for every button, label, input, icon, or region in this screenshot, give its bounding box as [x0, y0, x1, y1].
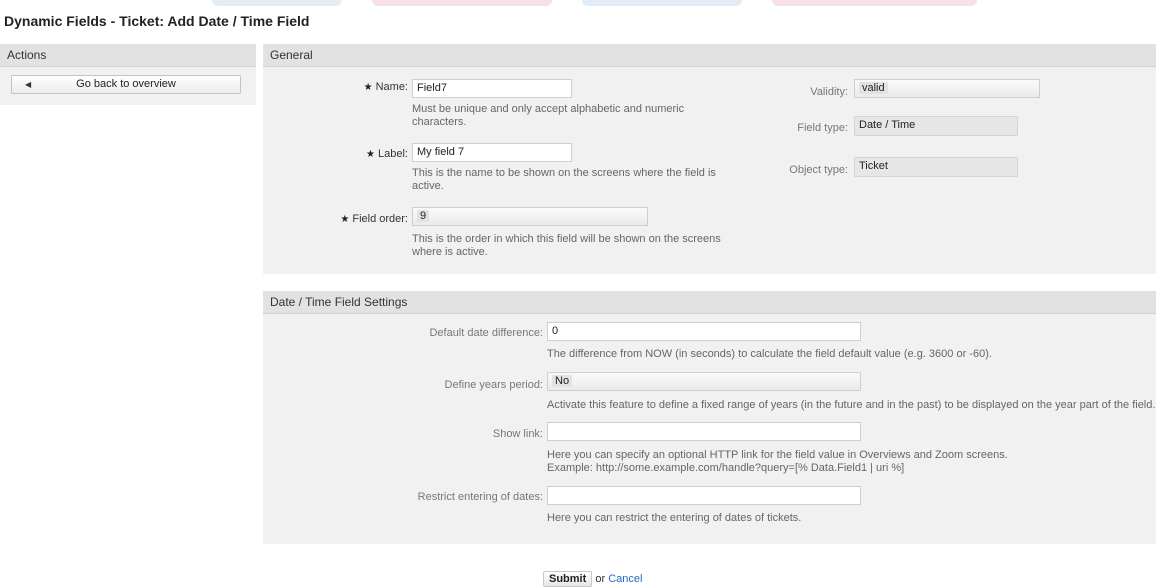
header-decoration — [212, 0, 342, 6]
general-title: General — [263, 44, 1156, 67]
submit-button[interactable]: Submit — [543, 571, 593, 587]
show-link-input[interactable] — [547, 422, 861, 441]
validity-value: valid — [859, 82, 888, 94]
header-decoration — [582, 0, 742, 6]
show-link-label: Show link: — [492, 428, 543, 440]
field-order-hint: This is the order in which this field wi… — [412, 233, 721, 258]
header-decoration — [372, 0, 552, 6]
define-years-period-value: No — [552, 375, 573, 387]
field-order-value: 9 — [417, 210, 430, 222]
field-order-label: ★ Field order: — [340, 213, 408, 225]
form-footer: Submit or Cancel — [543, 571, 642, 587]
name-input[interactable]: Field7 — [412, 79, 572, 98]
field-type-value: Date / Time — [854, 116, 1018, 136]
validity-label: Validity: — [810, 86, 848, 98]
general-panel: General ★ Name: Field7 Must be unique and… — [263, 44, 1156, 274]
date-time-settings-panel: Date / Time Field Settings Default date … — [263, 291, 1156, 544]
default-date-difference-label: Default date difference: — [429, 327, 543, 339]
go-back-label: Go back to overview — [76, 78, 176, 90]
sidebar-title: Actions — [0, 44, 256, 67]
restrict-dates-label: Restrict entering of dates: — [417, 491, 543, 503]
settings-title: Date / Time Field Settings — [263, 291, 1156, 314]
actions-sidebar: Actions ◀ Go back to overview — [0, 44, 256, 105]
page-title: Dynamic Fields - Ticket: Add Date / Time… — [4, 13, 310, 29]
field-order-select[interactable]: 9 — [412, 207, 648, 226]
name-hint: Must be unique and only accept alphabeti… — [412, 103, 685, 128]
name-label: ★ Name: — [363, 81, 408, 93]
label-input[interactable]: My field 7 — [412, 143, 572, 162]
restrict-dates-select[interactable] — [547, 486, 861, 505]
define-years-period-label: Define years period: — [444, 379, 543, 391]
required-star-icon: ★ — [340, 214, 350, 225]
restrict-dates-hint: Here you can restrict the entering of da… — [547, 512, 802, 524]
object-type-label: Object type: — [789, 164, 848, 176]
define-years-period-select[interactable]: No — [547, 372, 861, 391]
cancel-link[interactable]: Cancel — [608, 573, 642, 585]
define-years-period-hint: Activate this feature to define a fixed … — [547, 399, 1156, 411]
object-type-value: Ticket — [854, 157, 1018, 177]
default-date-difference-input[interactable]: 0 — [547, 322, 861, 341]
show-link-hint-line1: Here you can specify an optional HTTP li… — [547, 449, 1008, 461]
show-link-hint-line2: Example: http://some.example.com/handle?… — [547, 462, 905, 474]
validity-select[interactable]: valid — [854, 79, 1040, 98]
go-back-button[interactable]: ◀ Go back to overview — [11, 75, 241, 94]
header-decoration — [772, 0, 977, 6]
or-text: or — [595, 573, 606, 585]
required-star-icon: ★ — [366, 149, 376, 160]
required-star-icon: ★ — [363, 82, 373, 93]
label-label: ★ Label: — [366, 148, 408, 160]
label-hint: This is the name to be shown on the scre… — [412, 167, 716, 192]
show-link-hint: Here you can specify an optional HTTP li… — [547, 449, 1147, 475]
caret-left-icon: ◀ — [25, 80, 32, 89]
field-type-label: Field type: — [797, 122, 848, 134]
default-date-difference-hint: The difference from NOW (in seconds) to … — [547, 348, 992, 360]
